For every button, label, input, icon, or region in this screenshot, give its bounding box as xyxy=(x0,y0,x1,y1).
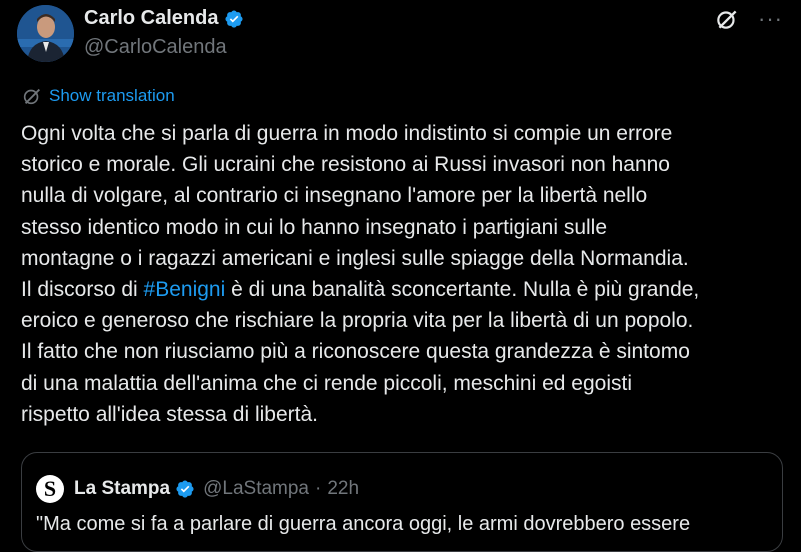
avatar-portrait-icon xyxy=(17,5,74,62)
tweet-line: rispetto all'idea stessa di libertà. xyxy=(21,402,318,426)
quoted-author-handle[interactable]: @LaStampa xyxy=(203,478,309,500)
verified-badge-icon xyxy=(176,480,194,498)
tweet-line: Il fatto che non riusciamo più a riconos… xyxy=(21,340,690,364)
tweet-line: stesso identico modo in cui lo hanno ins… xyxy=(21,215,608,239)
author-name-row: Carlo Calenda xyxy=(84,7,244,30)
tweet-line-with-hashtag: Il discorso di #Benigni è di una banalit… xyxy=(21,274,796,305)
logo-letter: S xyxy=(43,476,57,501)
quoted-author-name[interactable]: La Stampa xyxy=(74,478,170,500)
tweet-line: di una malattia dell'anima che ci rende … xyxy=(21,371,632,395)
tweet-line: eroico e generoso che rischiare la propr… xyxy=(21,309,694,333)
show-translation-label: Show translation xyxy=(49,86,175,105)
verified-badge-icon xyxy=(225,9,244,28)
tweet-line: nulla di volgare, al contrario ci insegn… xyxy=(21,184,648,208)
tweet-text: Ogni volta che si parla di guerra in mod… xyxy=(21,118,796,430)
more-options-icon[interactable]: ··· xyxy=(758,6,783,32)
separator-dot: · xyxy=(315,478,322,499)
tweet-actions: ··· xyxy=(714,6,783,32)
tweet-text-fragment: Il discorso di xyxy=(21,278,144,302)
quoted-tweet-time[interactable]: 22h xyxy=(327,478,359,500)
tweet-line: storico e morale. Gli ucraini che resist… xyxy=(21,153,670,177)
quoted-tweet-card[interactable]: S La Stampa @LaStampa · 22h "Ma come si … xyxy=(21,452,783,552)
la-stampa-logo-icon: S xyxy=(36,475,64,503)
grok-icon[interactable] xyxy=(714,6,740,32)
tweet-line: Ogni volta che si parla di guerra in mod… xyxy=(21,122,673,145)
quoted-tweet-header: S La Stampa @LaStampa · 22h xyxy=(36,475,359,503)
translate-icon xyxy=(23,88,40,105)
author-handle[interactable]: @CarloCalenda xyxy=(84,36,227,59)
quoted-tweet-text: "Ma come si fa a parlare di guerra ancor… xyxy=(36,513,691,535)
avatar[interactable] xyxy=(17,5,74,62)
author-display-name[interactable]: Carlo Calenda xyxy=(84,7,218,30)
tweet-line: montagne o i ragazzi americani e inglesi… xyxy=(21,246,689,270)
tweet-text-fragment: è di una banalità sconcertante. Nulla è … xyxy=(225,278,700,302)
show-translation-link[interactable]: Show translation xyxy=(21,85,175,107)
hashtag-link[interactable]: #Benigni xyxy=(144,278,226,301)
